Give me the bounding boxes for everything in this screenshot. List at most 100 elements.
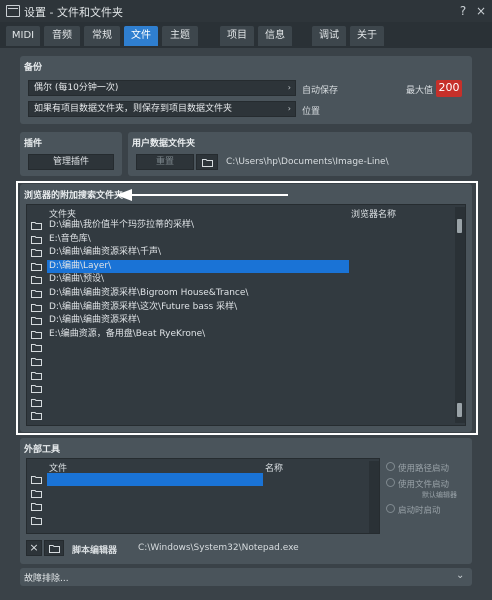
folder-path: E:\编曲资源，备用盘\Beat RyeKrone\ bbox=[49, 328, 206, 339]
window-title: 设置 - 文件和文件夹 bbox=[24, 6, 123, 19]
folder-icon[interactable] bbox=[31, 262, 42, 271]
backup-panel: 备份 偶尔 (每10分钟一次) › 自动保存 如果有项目数据文件夹，则保存到项目… bbox=[20, 56, 472, 124]
folder-row[interactable]: D:\编曲\预设\ bbox=[27, 273, 455, 286]
browser-folders-section-label: 浏览器的附加搜索文件夹 bbox=[24, 191, 124, 201]
scrollbar-thumb[interactable] bbox=[457, 219, 462, 233]
folder-row[interactable] bbox=[27, 409, 455, 422]
tab-audio[interactable]: 音频 bbox=[44, 26, 80, 46]
window-icon bbox=[6, 5, 20, 17]
radio-launch-with-path[interactable] bbox=[386, 462, 395, 471]
folder-row[interactable]: D:\编曲\编曲资源采样\ bbox=[27, 314, 455, 327]
backup-frequency-value: 偶尔 (每10分钟一次) bbox=[34, 83, 119, 93]
external-tools-list: 文件 名称 bbox=[26, 458, 380, 534]
folder-icon[interactable] bbox=[31, 357, 42, 366]
folder-rows: D:\编曲\我价值半个玛莎拉蒂的采样\ E:\音色库\ D:\编曲\编曲资源采样\千… bbox=[27, 219, 455, 423]
folder-row[interactable] bbox=[27, 382, 455, 395]
help-icon[interactable]: ? bbox=[456, 4, 470, 18]
external-tools-panel: 外部工具 文件 名称 使用路径启动 使用文件启动 默认编辑器 启动时启动 × 脚… bbox=[20, 438, 472, 564]
location-label: 位置 bbox=[302, 107, 321, 117]
tab-midi[interactable]: MIDI bbox=[6, 26, 40, 46]
scrollbar-thumb-bottom[interactable] bbox=[457, 403, 462, 417]
folder-icon[interactable] bbox=[31, 516, 42, 525]
folder-path: D:\编曲\我价值半个玛莎拉蒂的采样\ bbox=[49, 220, 195, 230]
external-tools-section-label: 外部工具 bbox=[24, 445, 61, 455]
browse-folder-button[interactable] bbox=[196, 154, 218, 170]
tab-theme[interactable]: 主题 bbox=[162, 26, 198, 46]
manage-plugins-button[interactable]: 管理插件 bbox=[28, 154, 114, 170]
backup-location-dropdown[interactable]: 如果有项目数据文件夹，则保存到项目数据文件夹 › bbox=[28, 101, 296, 117]
folder-icon[interactable] bbox=[31, 275, 42, 285]
tab-bar: MIDI 音频 常规 文件 主题 项目 信息 调试 关于 bbox=[0, 22, 492, 48]
autosave-label: 自动保存 bbox=[302, 86, 339, 96]
folder-row[interactable]: E:\音色库\ bbox=[27, 233, 455, 246]
folder-row[interactable]: D:\编曲\编曲资源采样\这次\Future bass 采样\ bbox=[27, 301, 455, 314]
backup-section-label: 备份 bbox=[24, 63, 43, 73]
troubleshoot-bar[interactable]: 故障排除... ⌄ bbox=[20, 568, 472, 586]
script-editor-label: 脚本编辑器 bbox=[72, 546, 118, 556]
tool-row[interactable] bbox=[27, 514, 369, 527]
tab-debug[interactable]: 调试 bbox=[312, 26, 346, 46]
folder-icon[interactable] bbox=[31, 489, 42, 498]
tab-info[interactable]: 信息 bbox=[258, 26, 292, 46]
radio-launch-on-start[interactable] bbox=[386, 504, 395, 513]
folder-icon[interactable] bbox=[31, 303, 42, 312]
folder-icon[interactable] bbox=[31, 371, 42, 380]
reset-button[interactable]: 重置 bbox=[136, 154, 194, 170]
list-scrollbar[interactable] bbox=[455, 207, 465, 423]
tab-project[interactable]: 项目 bbox=[220, 26, 254, 46]
browser-folders-panel: 浏览器的附加搜索文件夹 文件夹 浏览器名称 D:\编曲\我价值半个玛莎拉蒂的采样… bbox=[20, 184, 472, 432]
close-icon[interactable]: × bbox=[474, 4, 488, 18]
tab-about[interactable]: 关于 bbox=[350, 26, 384, 46]
radio-launch-with-path-label: 使用路径启动 bbox=[398, 464, 450, 474]
radio-launch-with-file[interactable] bbox=[386, 478, 395, 487]
folder-icon bbox=[201, 159, 213, 167]
title-bar: 设置 - 文件和文件夹 ? × bbox=[0, 0, 492, 22]
tab-general[interactable]: 常规 bbox=[84, 26, 120, 46]
chevron-right-icon: › bbox=[287, 83, 291, 92]
default-editor-note: 默认编辑器 bbox=[422, 491, 457, 499]
folder-path: D:\编曲\编曲资源采样\Bigroom House&Trance\ bbox=[49, 288, 249, 298]
folder-row[interactable] bbox=[27, 341, 455, 354]
plugins-panel: 插件 管理插件 bbox=[20, 132, 122, 176]
folder-icon[interactable] bbox=[31, 316, 42, 326]
tool-row[interactable] bbox=[27, 487, 369, 500]
folder-row[interactable]: D:\编曲\编曲资源采样\Bigroom House&Trance\ bbox=[27, 287, 455, 300]
folder-icon[interactable] bbox=[31, 343, 42, 353]
folder-icon[interactable] bbox=[31, 289, 42, 298]
clear-script-editor-button[interactable]: × bbox=[26, 540, 42, 556]
folder-icon[interactable] bbox=[31, 398, 42, 407]
tool-row[interactable] bbox=[27, 473, 369, 486]
folder-row[interactable] bbox=[27, 396, 455, 409]
backup-frequency-dropdown[interactable]: 偶尔 (每10分钟一次) › bbox=[28, 80, 296, 96]
folder-icon[interactable] bbox=[31, 411, 42, 421]
browser-folders-list: 文件夹 浏览器名称 D:\编曲\我价值半个玛莎拉蒂的采样\ E:\音色库\ D:\编… bbox=[26, 204, 466, 426]
folder-row[interactable] bbox=[27, 369, 455, 382]
folder-row[interactable]: D:\编曲\Layer\ bbox=[27, 259, 455, 273]
folder-path: D:\编曲\编曲资源采样\ bbox=[49, 315, 141, 326]
folder-icon[interactable] bbox=[31, 384, 42, 394]
chevron-down-icon[interactable]: ⌄ bbox=[456, 570, 464, 581]
max-value-field[interactable]: 200 bbox=[436, 80, 462, 97]
arrow-annotation bbox=[116, 189, 288, 201]
selection-highlight bbox=[47, 473, 263, 486]
folder-path: D:\编曲\Layer\ bbox=[49, 260, 112, 271]
user-data-path: C:\Users\hp\Documents\Image-Line\ bbox=[226, 157, 389, 167]
tool-row[interactable] bbox=[27, 500, 369, 513]
folder-row[interactable]: D:\编曲\我价值半个玛莎拉蒂的采样\ bbox=[27, 219, 455, 232]
folder-row[interactable]: D:\编曲\编曲资源采样\千声\ bbox=[27, 246, 455, 259]
browse-script-editor-button[interactable] bbox=[44, 540, 64, 556]
folder-path: D:\编曲\编曲资源采样\千声\ bbox=[49, 247, 162, 258]
folder-row[interactable] bbox=[27, 355, 455, 368]
folder-row[interactable]: E:\编曲资源，备用盘\Beat RyeKrone\ bbox=[27, 328, 455, 341]
max-label: 最大值 bbox=[406, 86, 434, 96]
folder-icon[interactable] bbox=[31, 502, 42, 511]
folder-icon[interactable] bbox=[31, 235, 42, 244]
troubleshoot-label: 故障排除... bbox=[24, 574, 69, 584]
folder-icon[interactable] bbox=[31, 248, 42, 258]
tab-file[interactable]: 文件 bbox=[124, 26, 158, 46]
tools-list-header: 文件 名称 bbox=[27, 461, 381, 474]
folder-icon[interactable] bbox=[31, 475, 42, 484]
tools-scrollbar[interactable] bbox=[369, 461, 379, 533]
folder-icon[interactable] bbox=[31, 221, 42, 230]
folder-icon[interactable] bbox=[31, 330, 42, 339]
